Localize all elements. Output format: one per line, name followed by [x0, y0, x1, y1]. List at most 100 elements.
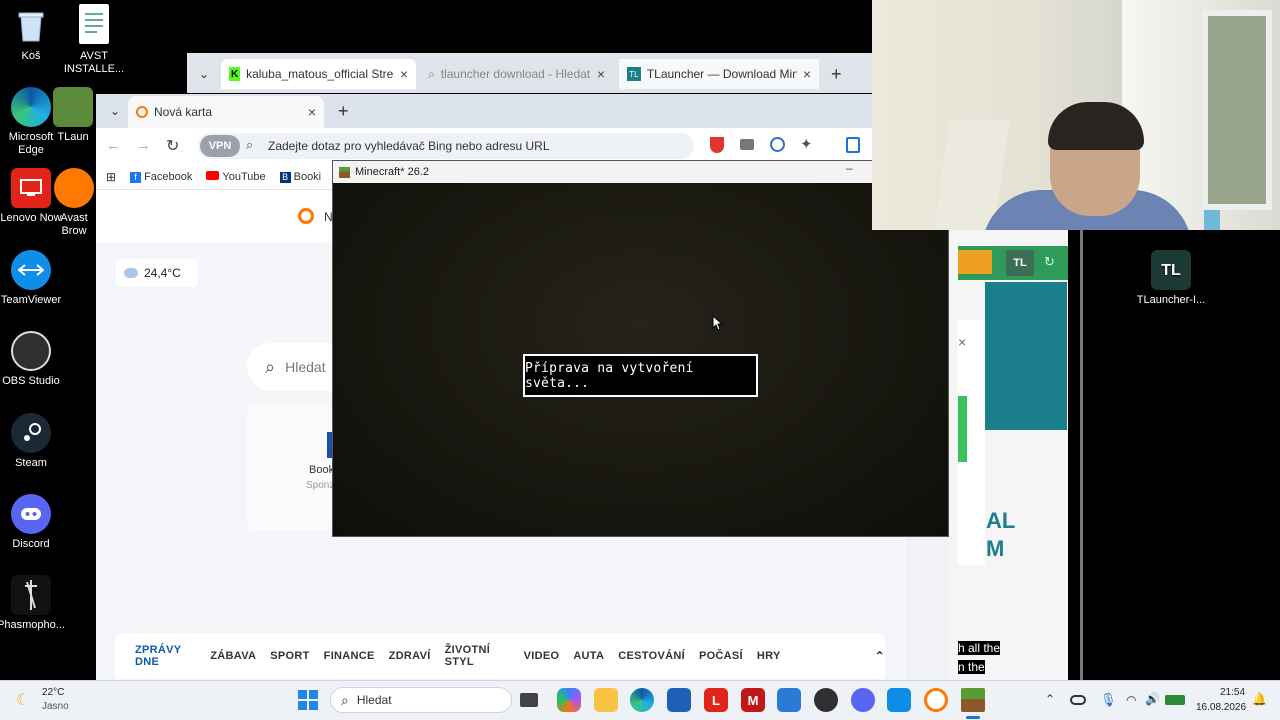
clock-date[interactable]: 16.08.2026: [1196, 702, 1246, 713]
bookmarks-bar: ⊞ f Facebook YouTube B Booki: [96, 164, 336, 190]
close-icon[interactable]: ×: [308, 104, 316, 120]
new-tab-button[interactable]: +: [330, 96, 357, 126]
address-field[interactable]: VPN ⌕ Zadejte dotaz pro vyhledávač Bing …: [198, 133, 694, 159]
start-button[interactable]: [298, 690, 318, 710]
tray-chevron-icon[interactable]: ⌃: [1045, 692, 1055, 706]
desktop-icon-avast-browser[interactable]: Avast Brow: [52, 168, 96, 238]
steam-icon: [11, 413, 51, 453]
taskbar-search-input[interactable]: Hledat: [357, 693, 392, 707]
installer-file-icon: [79, 4, 109, 44]
news-tab-finance[interactable]: FINANCE: [324, 650, 375, 662]
task-view-icon[interactable]: [520, 693, 538, 707]
file-explorer-icon[interactable]: [594, 688, 618, 712]
news-tab-video[interactable]: VIDEO: [524, 650, 560, 662]
outlook-icon[interactable]: [777, 688, 801, 712]
sidebar-icon[interactable]: [846, 137, 860, 153]
minecraft-titlebar[interactable]: Minecraft* 26.2: [333, 161, 873, 183]
expand-chevron-icon[interactable]: ⌃: [875, 649, 885, 663]
copilot-icon[interactable]: [557, 688, 581, 712]
tlauncher-heading-2: M: [986, 536, 1005, 561]
green-button[interactable]: [958, 396, 967, 462]
tab-tlauncher-download[interactable]: TL TLauncher — Download Minecraft ×: [619, 59, 819, 89]
tab-new-tab[interactable]: Nová karta ×: [128, 96, 324, 128]
news-tab-pocasi[interactable]: POČASÍ: [699, 650, 743, 662]
desktop-icon-tlauncher[interactable]: TLaun: [48, 87, 98, 144]
tab-list-chevron[interactable]: ⌄: [191, 59, 217, 89]
desktop-icon-label: Phasmopho...: [0, 619, 65, 631]
desktop-icon-tlauncher-installer[interactable]: TL TLauncher-I...: [1135, 250, 1207, 307]
close-icon[interactable]: ×: [803, 66, 811, 82]
desktop-icon-teamviewer[interactable]: TeamViewer: [0, 250, 67, 307]
taskbar-search[interactable]: ⌕ Hledat: [330, 687, 512, 713]
desktop-icon-label: Koš: [21, 50, 41, 62]
bookmark-facebook[interactable]: f Facebook: [130, 171, 192, 183]
avast-browser-taskbar-icon[interactable]: [924, 688, 948, 712]
apps-grid-icon[interactable]: ⊞: [106, 170, 116, 184]
tab-list-chevron[interactable]: ⌄: [102, 96, 126, 126]
adblock-shield-icon[interactable]: [710, 137, 724, 153]
desktop-icon-phasmophobia[interactable]: Phasmopho...: [0, 575, 67, 632]
microphone-icon[interactable]: 🎙: [1100, 692, 1117, 708]
news-tab-zivotni-styl[interactable]: ŽIVOTNÍ STYL: [445, 644, 510, 668]
desktop-icon-steam[interactable]: Steam: [0, 413, 67, 470]
newtab-search-input[interactable]: Hledat: [285, 359, 325, 375]
news-tab-hry[interactable]: HRY: [757, 650, 781, 662]
orange-button[interactable]: [958, 250, 992, 274]
news-tab-zabava[interactable]: ZÁBAVA: [210, 650, 256, 662]
mcafee-icon[interactable]: M: [741, 688, 765, 712]
refresh-icon[interactable]: ↻: [1044, 254, 1055, 270]
bookmark-booking[interactable]: B Booki: [279, 171, 321, 183]
wifi-icon[interactable]: ◠: [1126, 693, 1136, 707]
world-creation-status: Příprava na vytvoření světa...: [523, 354, 758, 397]
cloud-icon: [124, 268, 138, 278]
chevron-down-icon: ⌄: [199, 67, 210, 81]
address-input[interactable]: Zadejte dotaz pro vyhledávač Bing nebo a…: [268, 139, 550, 153]
tab-kick-stream[interactable]: K kaluba_matous_official Stream - W ×: [221, 59, 416, 89]
close-icon[interactable]: ×: [958, 334, 966, 350]
store-icon[interactable]: [667, 688, 691, 712]
reload-icon[interactable]: ↻: [166, 136, 179, 156]
privacy-icon[interactable]: [770, 137, 785, 152]
extensions-icon[interactable]: ✦: [800, 135, 813, 153]
window-pane: [1202, 10, 1272, 210]
close-icon[interactable]: ×: [400, 66, 408, 82]
obs-taskbar-icon[interactable]: [814, 688, 838, 712]
back-arrow-icon[interactable]: ←: [106, 137, 121, 154]
news-tab-auta[interactable]: AUTA: [573, 650, 604, 662]
onedrive-icon[interactable]: [1070, 695, 1086, 705]
new-tab-button[interactable]: +: [823, 59, 850, 89]
edge-icon[interactable]: [630, 688, 654, 712]
desktop-icon-recycle-bin[interactable]: Koš: [0, 6, 67, 63]
news-tab-zpravy-dne[interactable]: ZPRÁVY DNE: [135, 644, 197, 682]
clock-time[interactable]: 21:54: [1220, 687, 1245, 698]
volume-icon[interactable]: 🔊: [1145, 692, 1160, 706]
avast-browser-icon: [54, 168, 94, 208]
moon-icon: ☾: [16, 692, 31, 709]
minecraft-taskbar-icon[interactable]: [961, 688, 985, 712]
video-icon[interactable]: [740, 139, 754, 150]
tab-label: tlauncher download - Hledat: [440, 67, 591, 81]
news-tab-sport[interactable]: SPORT: [270, 650, 309, 662]
windows-logo-icon: [298, 690, 307, 699]
teamviewer-taskbar-icon[interactable]: [887, 688, 911, 712]
newtab-search-box[interactable]: ⌕ Hledat: [247, 343, 333, 391]
desktop-icon-discord[interactable]: Discord: [0, 494, 67, 551]
lenovo-icon[interactable]: L: [704, 688, 728, 712]
weather-widget[interactable]: 24,4°C: [116, 259, 198, 287]
desktop-icon-avst-installer[interactable]: AVST INSTALLE...: [58, 4, 130, 76]
discord-taskbar-icon[interactable]: [851, 688, 875, 712]
battery-icon[interactable]: [1165, 695, 1185, 705]
tab-tlauncher-search[interactable]: ⌕ tlauncher download - Hledat ×: [420, 59, 613, 89]
close-icon[interactable]: ×: [597, 66, 605, 82]
bookmark-youtube[interactable]: YouTube: [206, 170, 266, 183]
vpn-toggle[interactable]: VPN: [200, 135, 240, 157]
news-tab-zdravi[interactable]: ZDRAVÍ: [389, 650, 431, 662]
news-tab-cestovani[interactable]: CESTOVÁNÍ: [618, 650, 685, 662]
notification-bell-icon[interactable]: 🔔: [1252, 692, 1267, 706]
desktop-icon-label: Steam: [15, 457, 47, 469]
minimize-icon[interactable]: –: [846, 161, 853, 175]
speed-dial-tile[interactable]: Book Sponz: [247, 404, 334, 530]
forward-arrow-icon[interactable]: →: [136, 137, 151, 154]
taskbar-weather[interactable]: ☾ 22°C Jasno: [16, 686, 96, 716]
desktop-icon-obs-studio[interactable]: OBS Studio: [0, 331, 67, 388]
